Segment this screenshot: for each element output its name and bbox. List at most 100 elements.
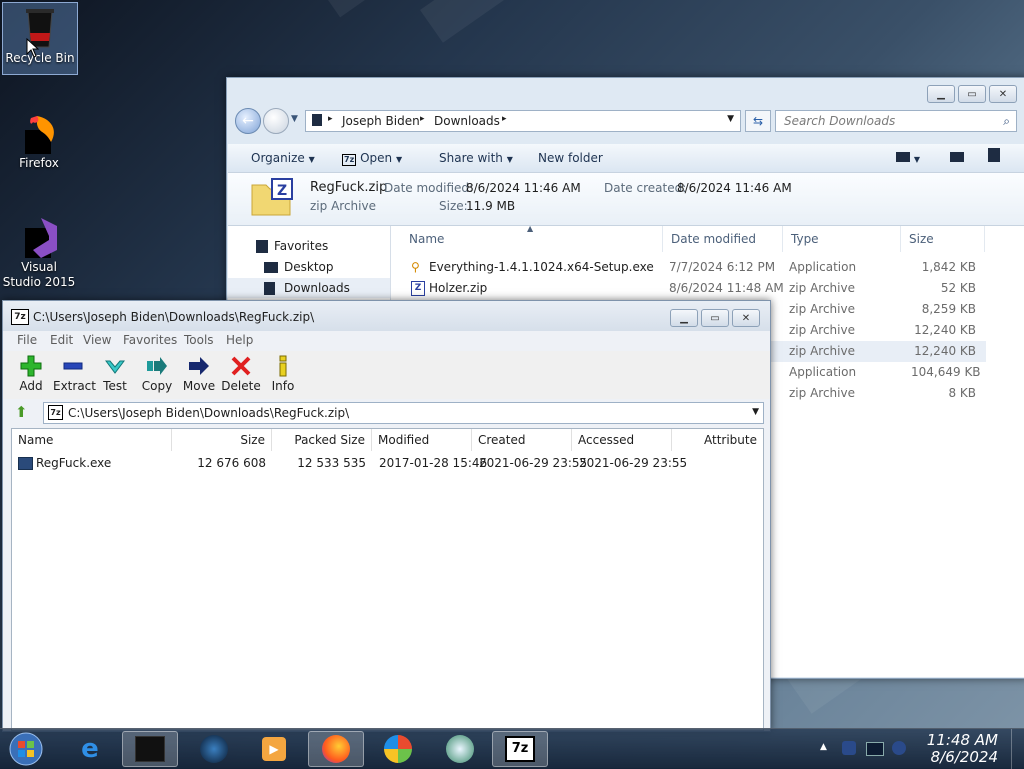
details-date-modified-label: Date modified: [384,181,474,195]
taskbar-explorer-button[interactable] [122,731,178,767]
zip-column-size[interactable]: Size [172,429,272,451]
preview-pane-button[interactable] [950,151,964,165]
firefox-icon [322,735,350,763]
nav-downloads[interactable]: Downloads [228,278,390,298]
minimize-button[interactable]: ▁ [670,309,698,327]
7zip-path-text: C:\Users\Joseph Biden\Downloads\RegFuck.… [68,406,350,420]
tray-volume-icon[interactable] [892,741,906,755]
zip-row-accessed: 2021-06-29 23:55 [579,456,688,470]
menu-favorites[interactable]: Favorites [123,333,177,347]
search-input[interactable]: Search Downloads ⌕ [775,110,1017,132]
taskbar-media-button[interactable] [186,731,242,767]
extract-minus-icon [63,362,83,370]
desktop-icon-firefox[interactable]: Firefox [2,108,76,170]
taskbar-media-player-button[interactable]: ▶ [246,731,302,767]
search-app-icon: ⚲ [411,260,420,274]
help-button[interactable] [988,148,1000,165]
open-label: Open [360,151,393,165]
zip-column-name[interactable]: Name [12,429,172,451]
address-row: ← ▼ ▸ Joseph Biden ▸ Downloads ▸ ▼ ⇆ Sea… [235,108,1019,136]
menu-file[interactable]: File [17,333,37,347]
zip-row-size: 12 676 608 [197,456,266,470]
copy-button[interactable]: Copy [137,355,177,393]
info-button[interactable]: Info [263,355,303,393]
refresh-button[interactable]: ⇆ [745,110,771,132]
move-button[interactable]: Move [179,355,219,393]
zip-column-attribute[interactable]: Attribute [672,429,763,451]
view-icon [896,152,910,162]
7zip-title-bar[interactable]: 7z C:\Users\Joseph Biden\Downloads\RegFu… [3,301,770,331]
menu-edit[interactable]: Edit [50,333,73,347]
zip-column-modified[interactable]: Modified [372,429,472,451]
share-with-button[interactable]: Share with ▼ [439,151,513,165]
open-button[interactable]: 7z Open ▼ [342,151,402,166]
test-button[interactable]: Test [95,355,135,393]
breadcrumb-chevron-icon: ▸ [328,114,333,124]
7zip-path-input[interactable]: 7z C:\Users\Joseph Biden\Downloads\RegFu… [43,402,764,424]
recent-pages-dropdown[interactable]: ▼ [291,114,298,124]
minimize-button[interactable]: ▁ [927,85,955,103]
breadcrumb-downloads[interactable]: Downloads [434,114,500,128]
zip-column-created[interactable]: Created [472,429,572,451]
desktop-icon-visual-studio[interactable]: Visual Studio 2015 [2,212,76,290]
menu-view[interactable]: View [83,333,111,347]
menu-tools[interactable]: Tools [184,333,214,347]
close-button[interactable]: ✕ [732,309,760,327]
column-header-date-modified[interactable]: Date modified [663,226,783,252]
taskbar-clock[interactable]: 11:48 AM 8/6/2024 [927,732,998,766]
7zip-app-icon: 7z [11,309,29,325]
taskbar-windows-button[interactable] [370,731,426,767]
tray-network-icon[interactable] [866,742,884,756]
back-button[interactable]: ← [235,108,261,134]
show-desktop-button[interactable] [1011,729,1024,769]
file-size: 52 KB [940,281,976,295]
zip-column-accessed[interactable]: Accessed [572,429,672,451]
start-button[interactable] [0,731,52,767]
extract-button[interactable]: Extract [53,355,96,393]
show-hidden-icons-button[interactable]: ▲ [820,742,827,752]
clock-time: 11:48 AM [926,731,998,749]
menu-help[interactable]: Help [226,333,253,347]
new-folder-button[interactable]: New folder [538,151,603,165]
7zip-window[interactable]: 7z C:\Users\Joseph Biden\Downloads\RegFu… [2,300,771,732]
maximize-button[interactable]: ▭ [701,309,729,327]
file-row[interactable]: ⚲ Everything-1.4.1.1024.x64-Setup.exe 7/… [391,257,986,278]
file-size: 8,259 KB [921,302,976,316]
media-player-icon: ▶ [262,737,286,761]
7zip-window-title: C:\Users\Joseph Biden\Downloads\RegFuck.… [33,310,315,324]
file-row[interactable]: Z Holzer.zip 8/6/2024 11:48 AM zip Archi… [391,278,986,299]
address-bar[interactable]: ▸ Joseph Biden ▸ Downloads ▸ ▼ [305,110,741,132]
desktop-icon-label: Recycle Bin [5,51,75,65]
column-header-type[interactable]: Type [783,226,901,252]
delete-x-icon [231,356,251,376]
visual-studio-icon [19,216,59,258]
tray-bluetooth-icon[interactable] [842,741,856,755]
desktop-icon-recycle-bin[interactable]: Recycle Bin [2,2,78,75]
organize-button[interactable]: Organize ▼ [251,151,315,165]
close-button[interactable]: ✕ [989,85,1017,103]
file-type: zip Archive [789,281,855,295]
up-folder-icon[interactable]: ⬆ [15,403,28,421]
taskbar: e ▶ 7z ▲ 11:48 AM 8/6/2024 [0,728,1024,769]
taskbar-firefox-button[interactable] [308,731,364,767]
add-button[interactable]: Add [11,355,51,393]
maximize-button[interactable]: ▭ [958,85,986,103]
zip-column-packed-size[interactable]: Packed Size [272,429,372,451]
path-dropdown-icon[interactable]: ▼ [752,407,759,417]
taskbar-7zip-button[interactable]: 7z [492,731,548,767]
wallpaper-stripe [300,0,1024,18]
taskbar-ie-button[interactable]: e [62,731,118,767]
forward-button[interactable] [263,108,289,134]
close-icon: ✕ [741,312,751,324]
nav-desktop[interactable]: Desktop [228,257,390,277]
column-header-size[interactable]: Size [901,226,985,252]
taskbar-network-button[interactable] [432,731,488,767]
back-arrow-icon: ← [242,113,254,129]
change-view-button[interactable]: ▼ [896,151,920,165]
nav-favorites[interactable]: Favorites [228,236,390,256]
breadcrumb-user[interactable]: Joseph Biden [342,114,420,128]
info-label: Info [271,379,295,393]
delete-button[interactable]: Delete [221,355,261,393]
add-plus-icon [20,355,42,377]
address-dropdown-icon[interactable]: ▼ [727,114,734,124]
